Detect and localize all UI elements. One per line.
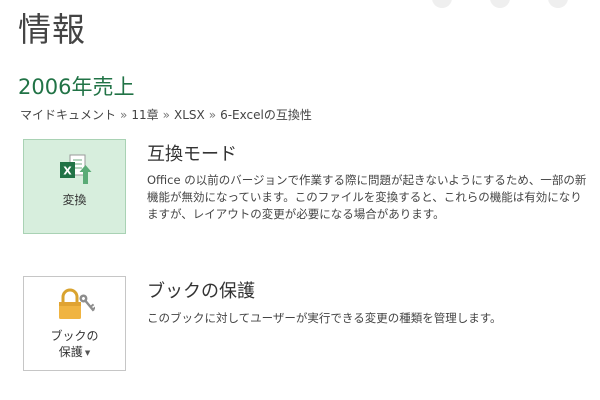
lock-key-icon [58,288,95,319]
breadcrumb-item[interactable]: 6-Excelの互換性 [220,108,312,122]
compatibility-description: Office の以前のバージョンで作業する際に問題が起きないようにするため、一部… [147,173,587,221]
chevron-down-icon: ▼ [84,348,91,357]
protect-button-label-text: 保護 [58,345,83,359]
convert-button-label: 変換 [62,193,87,207]
breadcrumb-item[interactable]: 11章 [131,108,158,122]
window-control-circle[interactable] [432,0,452,8]
breadcrumb-item[interactable]: XLSX [174,108,205,122]
svg-text:X: X [63,165,72,178]
convert-button[interactable]: X 変換 [23,139,126,234]
page-title: 情報 [18,10,86,49]
protect-workbook-button[interactable]: ブックの 保護 ▼ [23,276,126,371]
protect-button-label-line1: ブックの [50,329,99,343]
compatibility-heading: 互換モード [147,144,237,165]
document-title: 2006年売上 [18,75,135,99]
info-page: 情報 2006年売上 マイドキュメント» 11章» XLSX» 6-Excelの互換性… [0,0,600,400]
protection-description: このブックに対してユーザーが実行できる変更の種類を管理します。 [147,311,502,325]
window-control-circle[interactable] [490,0,510,8]
excel-convert-icon: X [59,154,91,184]
window-controls [432,0,572,8]
window-control-circle[interactable] [548,0,568,8]
breadcrumb: マイドキュメント» 11章» XLSX» 6-Excelの互換性 [20,106,312,124]
breadcrumb-separator: » [120,108,128,122]
protection-heading: ブックの保護 [147,281,255,302]
protect-button-label-line2: 保護 ▼ [24,344,125,361]
breadcrumb-item[interactable]: マイドキュメント [20,108,116,122]
breadcrumb-separator: » [162,108,170,122]
breadcrumb-separator: » [208,108,217,122]
